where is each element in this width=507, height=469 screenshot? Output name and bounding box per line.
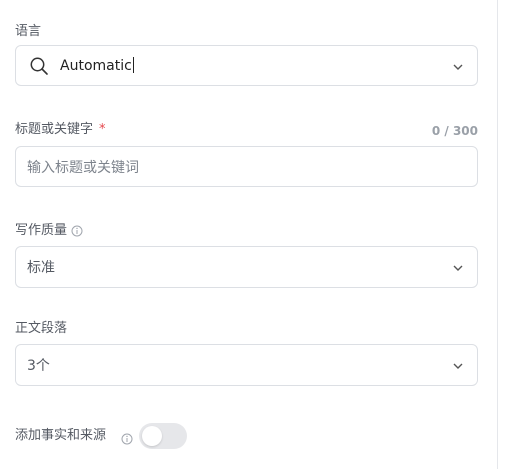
title-keywords-label: 标题或关键字 * <box>15 122 106 138</box>
facts-sources-toggle[interactable] <box>139 423 187 449</box>
character-counter: 0 / 300 <box>431 124 478 138</box>
panel-divider <box>497 0 498 469</box>
body-paragraphs-label-text: 正文段落 <box>15 321 68 336</box>
writing-quality-select[interactable]: 标准 <box>15 246 478 288</box>
chevron-down-icon[interactable] <box>451 260 465 274</box>
body-paragraphs-select[interactable]: 3个 <box>15 344 478 386</box>
title-keywords-label-text: 标题或关键字 <box>15 122 94 137</box>
writing-quality-label: 写作质量 <box>15 223 83 239</box>
language-label-text: 语言 <box>15 24 42 39</box>
search-icon <box>29 56 49 76</box>
writing-quality-value: 标准 <box>27 260 55 276</box>
title-keywords-input[interactable]: 输入标题或关键词 <box>15 146 478 187</box>
writing-quality-label-text: 写作质量 <box>15 223 68 238</box>
info-icon[interactable] <box>71 225 83 237</box>
info-icon[interactable] <box>121 430 133 445</box>
facts-sources-label-text: 添加事实和来源 <box>15 428 107 443</box>
language-label: 语言 <box>15 24 41 40</box>
language-value: Automatic <box>60 58 132 74</box>
language-select[interactable]: Automatic <box>15 45 478 86</box>
chevron-down-icon[interactable] <box>451 59 465 73</box>
article-settings-panel: 语言 Automatic 标题或关键字 * 0 / 300 输入标题或关键词 写… <box>0 0 507 469</box>
text-caret <box>132 57 134 73</box>
body-paragraphs-value: 3个 <box>27 358 50 374</box>
required-indicator: * <box>99 122 106 137</box>
language-input[interactable]: Automatic <box>60 57 134 74</box>
chevron-down-icon[interactable] <box>451 358 465 372</box>
facts-sources-label: 添加事实和来源 <box>15 428 106 444</box>
toggle-knob <box>142 426 162 446</box>
body-paragraphs-label: 正文段落 <box>15 321 67 337</box>
title-keywords-placeholder: 输入标题或关键词 <box>27 159 139 176</box>
